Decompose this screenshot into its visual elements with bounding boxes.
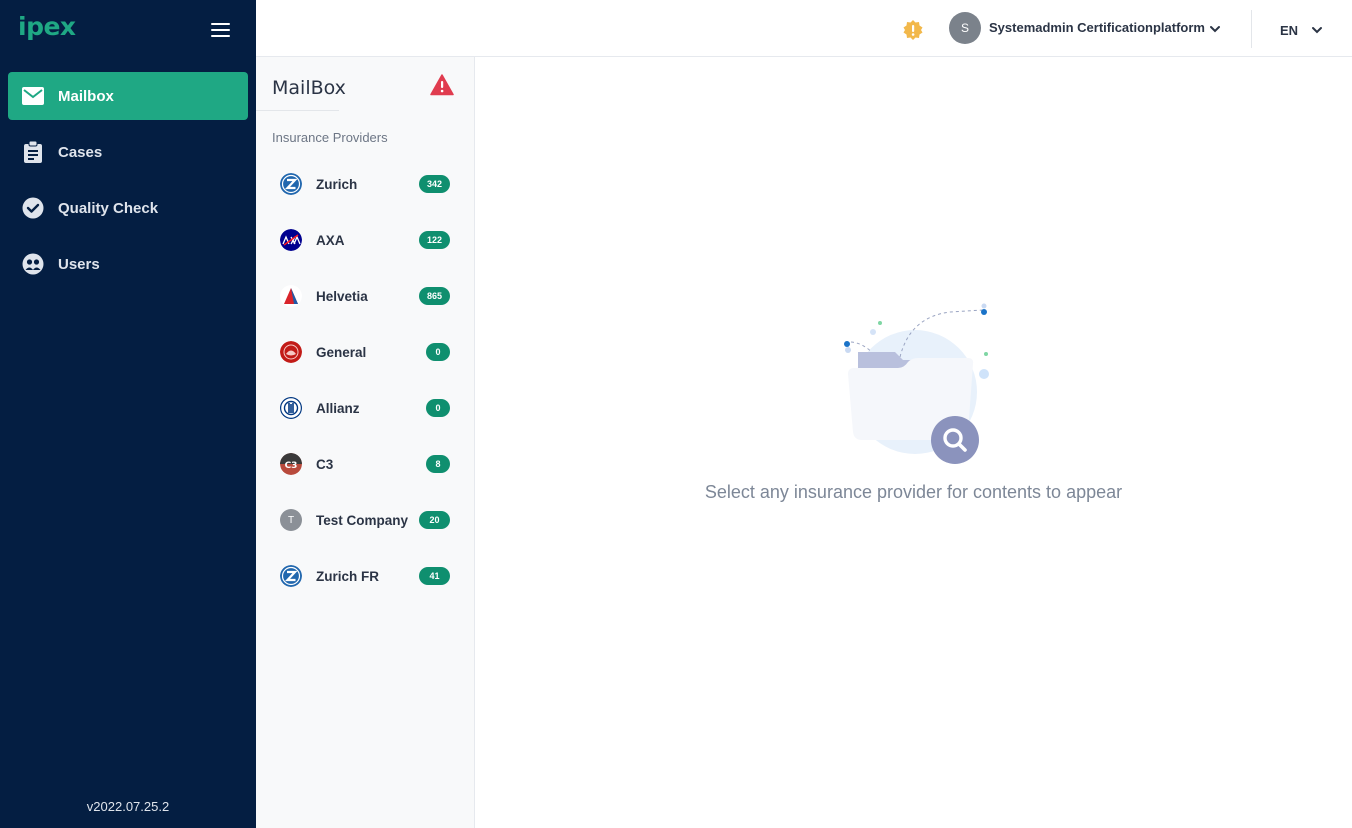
provider-item-c3[interactable]: C3 C3 8 <box>272 436 458 492</box>
count-badge: 122 <box>419 231 450 249</box>
helvetia-logo-icon <box>280 285 302 307</box>
avatar-initial: T <box>287 514 295 526</box>
provider-item-test-company[interactable]: T Test Company 20 <box>272 492 458 548</box>
provider-name: C3 <box>316 456 334 472</box>
axa-logo-icon <box>280 229 302 251</box>
users-icon <box>22 253 44 275</box>
provider-name: Zurich FR <box>316 568 379 584</box>
mail-icon <box>22 85 44 107</box>
svg-text:C3: C3 <box>285 461 298 471</box>
provider-name: General <box>316 344 367 360</box>
sidebar-item-label: Users <box>58 255 100 273</box>
sidebar-item-label: Cases <box>58 143 103 161</box>
empty-folder-illustration <box>840 302 1000 472</box>
sidebar-item-label: Mailbox <box>58 87 114 105</box>
provider-list: Zurich 342 AXA 122 Helvetia 865 General … <box>272 156 458 604</box>
sidebar-item-cases[interactable]: Cases <box>8 128 248 176</box>
ipex-logo[interactable]: ipex <box>18 12 76 41</box>
provider-item-allianz[interactable]: Allianz 0 <box>272 380 458 436</box>
provider-name: Helvetia <box>316 288 368 304</box>
clipboard-icon <box>22 141 44 163</box>
sidebar-item-quality-check[interactable]: Quality Check <box>8 184 248 232</box>
user-name[interactable]: Systemadmin Certificationplatform <box>989 20 1205 35</box>
sidebar: ipex Mailbox Cases Quality Check Users v… <box>0 0 256 828</box>
panel-title: MailBox <box>272 77 346 99</box>
zurich-logo-icon <box>280 565 302 587</box>
mailbox-panel: MailBox Insurance Providers Zurich 342 A… <box>256 57 475 828</box>
count-badge: 0 <box>426 343 450 361</box>
provider-item-zurich-fr[interactable]: Zurich FR 41 <box>272 548 458 604</box>
sidebar-item-mailbox[interactable]: Mailbox <box>8 72 248 120</box>
count-badge: 342 <box>419 175 450 193</box>
provider-item-helvetia[interactable]: Helvetia 865 <box>272 268 458 324</box>
sidebar-item-label: Quality Check <box>58 199 159 217</box>
chevron-down-icon[interactable] <box>1208 22 1222 36</box>
count-badge: 865 <box>419 287 450 305</box>
count-badge: 41 <box>419 567 450 585</box>
header-divider <box>1251 10 1252 48</box>
allianz-logo-icon <box>280 397 302 419</box>
test-company-avatar: T <box>280 509 302 531</box>
zurich-logo-icon <box>280 173 302 195</box>
sidebar-nav: Mailbox Cases Quality Check Users <box>8 72 248 296</box>
provider-item-axa[interactable]: AXA 122 <box>272 212 458 268</box>
count-badge: 20 <box>419 511 450 529</box>
provider-name: Test Company <box>316 512 409 528</box>
sidebar-item-users[interactable]: Users <box>8 240 248 288</box>
c3-logo-icon: C3 <box>280 453 302 475</box>
provider-item-zurich[interactable]: Zurich 342 <box>272 156 458 212</box>
user-avatar[interactable]: S <box>949 12 981 44</box>
provider-name: Allianz <box>316 400 360 416</box>
count-badge: 0 <box>426 399 450 417</box>
top-header: S Systemadmin Certificationplatform EN <box>256 0 1352 57</box>
divider <box>256 110 339 111</box>
check-circle-icon <box>22 197 44 219</box>
count-badge: 8 <box>426 455 450 473</box>
provider-item-general[interactable]: General 0 <box>272 324 458 380</box>
provider-name: AXA <box>316 232 345 248</box>
language-selector[interactable]: EN <box>1280 23 1298 38</box>
menu-toggle-icon[interactable] <box>206 18 234 42</box>
warning-icon[interactable] <box>430 74 454 96</box>
chevron-down-icon[interactable] <box>1310 23 1324 37</box>
section-label: Insurance Providers <box>272 130 388 145</box>
empty-state-message: Select any insurance provider for conten… <box>704 482 1123 502</box>
provider-name: Zurich <box>316 176 358 192</box>
general-logo-icon <box>280 341 302 363</box>
app-version: v2022.07.25.2 <box>86 799 170 814</box>
notification-alert-icon[interactable] <box>902 19 924 41</box>
main-content: Select any insurance provider for conten… <box>475 57 1352 828</box>
